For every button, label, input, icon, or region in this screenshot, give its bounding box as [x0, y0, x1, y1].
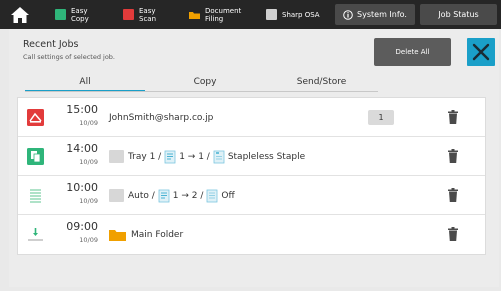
job-detail: Tray 1 / 1 → 1 / Stapleless Staple [109, 137, 305, 176]
panel-title: Recent Jobs [23, 39, 79, 50]
tray-icon [109, 189, 124, 202]
easy-copy-button[interactable]: Easy Copy [55, 0, 89, 29]
job-date: 10/09 [79, 236, 98, 244]
tab-copy[interactable]: Copy [155, 74, 255, 92]
close-button[interactable] [467, 38, 495, 66]
folder-icon [109, 229, 126, 241]
recent-jobs-panel: Recent Jobs Call settings of selected jo… [9, 29, 499, 287]
scan-email-icon [27, 109, 44, 126]
job-date: 10/09 [79, 158, 98, 166]
trash-icon[interactable] [448, 188, 458, 202]
copy-icon [55, 9, 66, 20]
close-icon [472, 43, 490, 61]
job-detail: Main Folder [109, 215, 183, 254]
job-sides: 1 → 2 / [172, 190, 204, 201]
job-destination: JohnSmith@sharp.co.jp [109, 112, 214, 123]
job-finish: Stapleless Staple [227, 151, 306, 162]
job-sides: 1 → 1 / [179, 151, 210, 162]
job-time: 10:00 [66, 181, 98, 194]
easy-scan-label: Easy Scan [139, 6, 157, 23]
staple-icon [207, 189, 218, 202]
recent-jobs-list: 15:00 10/09 JohnSmith@sharp.co.jp 1 14:0… [17, 97, 486, 255]
document-filing-label: Document Filing [205, 6, 242, 23]
job-row[interactable]: 15:00 10/09 JohnSmith@sharp.co.jp 1 [18, 98, 485, 137]
job-tray: Tray 1 / [128, 151, 162, 162]
job-row[interactable]: 14:00 10/09 Tray 1 / 1 → 1 / Stapleless … [18, 137, 485, 176]
job-row[interactable]: 10:00 10/09 Auto / 1 → 2 / Off [18, 176, 485, 215]
top-bar: Easy Copy Easy Scan Document Filing Shar… [0, 0, 501, 29]
job-time: 14:00 [66, 142, 98, 155]
sharp-osa-button[interactable]: Sharp OSA [266, 0, 320, 29]
tab-divider [25, 91, 378, 92]
job-detail: Auto / 1 → 2 / Off [109, 176, 235, 215]
scan-icon [123, 9, 134, 20]
home-icon[interactable] [10, 5, 30, 25]
staple-icon [213, 150, 225, 163]
tray-icon [109, 150, 124, 163]
job-folder: Main Folder [131, 229, 184, 240]
job-date: 10/09 [79, 197, 98, 205]
job-time: 09:00 [66, 220, 98, 233]
copy-list-icon [30, 189, 41, 203]
trash-icon[interactable] [448, 110, 458, 124]
tab-send-store[interactable]: Send/Store [265, 74, 378, 92]
job-status-button[interactable]: Job Status [420, 4, 497, 25]
job-count-badge: 1 [368, 110, 394, 125]
system-info-button[interactable]: System Info. [335, 4, 415, 25]
duplex-icon [158, 189, 170, 202]
job-filter-tabs: All Copy Send/Store [25, 74, 378, 94]
job-tray: Auto / [128, 190, 155, 201]
sharp-osa-label: Sharp OSA [282, 10, 320, 19]
trash-icon[interactable] [448, 149, 458, 163]
system-info-label: System Info. [357, 10, 407, 19]
delete-all-button[interactable]: Delete All [374, 38, 451, 66]
folder-icon [189, 12, 200, 19]
copy-icon [27, 148, 44, 165]
osa-icon [266, 9, 277, 20]
easy-copy-label: Easy Copy [71, 6, 89, 23]
job-row[interactable]: 09:00 10/09 Main Folder [18, 215, 485, 254]
trash-icon[interactable] [448, 227, 458, 241]
duplex-icon [164, 150, 176, 163]
document-filing-button[interactable]: Document Filing [189, 0, 241, 29]
document-filing-icon [28, 228, 43, 241]
job-detail: JohnSmith@sharp.co.jp [109, 98, 213, 137]
easy-scan-button[interactable]: Easy Scan [123, 0, 156, 29]
job-finish: Off [221, 190, 235, 201]
tab-all[interactable]: All [25, 74, 145, 92]
info-icon [343, 9, 353, 20]
job-date: 10/09 [79, 119, 98, 127]
job-time: 15:00 [66, 103, 98, 116]
panel-subtitle: Call settings of selected job. [23, 53, 115, 61]
job-status-label: Job Status [438, 10, 479, 19]
